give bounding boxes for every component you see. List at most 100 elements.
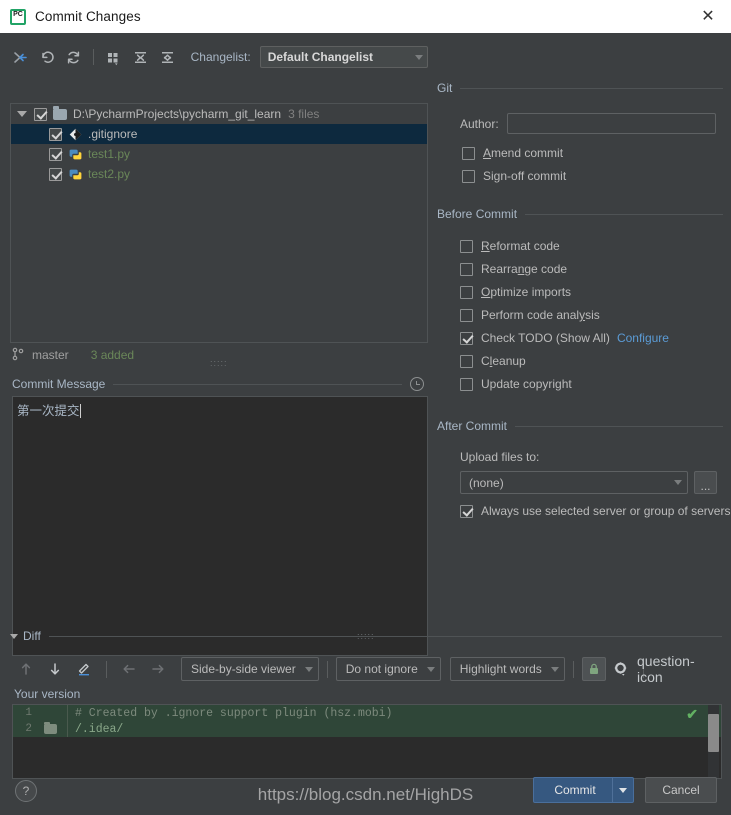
gear-icon[interactable] [607, 657, 635, 681]
amend-commit-checkbox[interactable]: Amend commit [462, 144, 563, 162]
checkbox-box[interactable] [460, 308, 473, 322]
perform-code-analysis-checkbox[interactable]: Perform code analysis [460, 306, 600, 324]
vertical-splitter-handle[interactable]: ::::: [210, 359, 228, 368]
next-difference-icon[interactable] [41, 657, 69, 681]
lock-icon[interactable] [581, 657, 606, 681]
cleanup-checkbox[interactable]: Cleanup [460, 352, 526, 370]
arrow-right-icon[interactable] [144, 657, 172, 681]
horizontal-splitter-handle[interactable]: ::::: [357, 632, 375, 641]
commit-message-value: 第一次提交 [17, 404, 80, 418]
diff-scrollbar-thumb[interactable] [708, 714, 719, 752]
before-commit-title: Before Commit [437, 207, 518, 221]
checkbox-root[interactable] [34, 107, 47, 121]
check-todo-checkbox[interactable]: Check TODO (Show All) Configure [460, 329, 669, 347]
always-use-server-checkbox[interactable]: Always use selected server or group of s… [460, 502, 730, 520]
diff-gutter-mark[interactable] [39, 721, 67, 734]
tree-row-root[interactable]: D:\PycharmProjects\pycharm_git_learn 3 f… [11, 104, 427, 124]
after-commit-section-header: After Commit [437, 419, 723, 433]
branch-name: master [32, 348, 69, 362]
folder-icon [44, 721, 57, 734]
checkbox-box[interactable] [460, 285, 473, 299]
cleanup-label: Cleanup [481, 354, 526, 368]
commit-message-header: Commit Message [12, 376, 424, 392]
diff-line-text: # Created by .ignore support plugin (hsz… [75, 706, 393, 720]
diff-viewer[interactable]: 1 # Created by .ignore support plugin (h… [12, 704, 722, 779]
refresh-icon[interactable] [62, 45, 87, 69]
rollback-icon[interactable] [35, 45, 60, 69]
upload-server-combo[interactable]: (none) [460, 471, 688, 494]
commit-message-title: Commit Message [12, 377, 106, 391]
tree-file-label: test2.py [88, 167, 131, 181]
commit-button[interactable]: Commit [533, 777, 634, 803]
checkbox-test1[interactable] [49, 147, 62, 161]
optimize-imports-checkbox[interactable]: Optimize imports [460, 283, 571, 301]
expand-all-icon[interactable] [128, 45, 153, 69]
commit-message-input[interactable]: 第一次提交 [12, 396, 428, 656]
viewer-mode-combo[interactable]: Side-by-side viewer [181, 657, 319, 681]
git-section-title: Git [437, 81, 453, 95]
highlight-mode-combo[interactable]: Highlight words [449, 657, 565, 681]
rearrange-code-label: Rearrange code [481, 262, 568, 276]
question-icon[interactable]: question-icon [637, 653, 695, 685]
whitespace-mode-combo[interactable]: Do not ignore [335, 657, 441, 681]
show-diff-icon[interactable] [8, 45, 33, 69]
always-use-server-label: Always use selected server or group of s… [481, 504, 731, 518]
chevron-down-icon [426, 666, 435, 672]
diff-line-number: 2 [25, 723, 32, 735]
chevron-down-icon[interactable] [10, 633, 18, 639]
help-button[interactable]: ? [15, 780, 37, 802]
check-todo-label: Check TODO (Show All) [481, 331, 610, 345]
previous-difference-icon[interactable] [12, 657, 40, 681]
reformat-code-checkbox[interactable]: Reformat code [460, 237, 560, 255]
rearrange-code-checkbox[interactable]: Rearrange code [460, 260, 567, 278]
changes-summary: 3 added [90, 348, 135, 362]
python-file-icon [68, 167, 82, 181]
chevron-down-icon[interactable] [17, 111, 27, 117]
checkbox-box[interactable] [460, 239, 473, 253]
checkbox-box[interactable] [460, 262, 473, 276]
author-field[interactable] [506, 113, 716, 134]
checkbox-box[interactable] [460, 504, 473, 518]
tree-row-test1[interactable]: test1.py [11, 144, 427, 164]
divider [515, 425, 723, 427]
tree-file-label: .gitignore [88, 127, 138, 141]
checkbox-box[interactable] [460, 377, 473, 391]
group-by-icon[interactable] [101, 45, 126, 69]
arrow-left-icon[interactable] [115, 657, 143, 681]
browse-button[interactable]: ... [694, 471, 717, 494]
toolbar-separator [93, 49, 95, 65]
toolbar-separator [106, 660, 107, 678]
tree-row-test2[interactable]: test2.py [11, 164, 427, 184]
apply-change-icon[interactable] [70, 657, 98, 681]
checkbox-box[interactable] [460, 354, 473, 368]
checkbox-box[interactable] [462, 169, 475, 183]
git-branch-icon [12, 347, 24, 364]
collapse-all-icon[interactable] [155, 45, 180, 69]
signoff-commit-checkbox[interactable]: Sign-off commit [462, 167, 566, 185]
author-label: Author: [460, 116, 499, 131]
window-title: Commit Changes [35, 9, 141, 24]
tree-row-gitignore[interactable]: .gitignore [11, 124, 427, 144]
configure-link[interactable]: Configure [617, 331, 669, 345]
diff-line-2: 2 /.idea/ [13, 721, 721, 737]
changelist-combo[interactable]: Default Changelist [259, 46, 429, 68]
update-copyright-checkbox[interactable]: Update copyright [460, 375, 572, 393]
close-icon[interactable]: ✕ [685, 0, 731, 33]
chevron-down-icon[interactable] [613, 787, 633, 793]
checkbox-box[interactable] [462, 146, 475, 160]
clock-history-icon[interactable] [410, 377, 424, 391]
divider [113, 383, 402, 385]
diff-line-number: 1 [25, 707, 32, 719]
checkbox-box[interactable] [460, 331, 473, 345]
before-commit-section-header: Before Commit [437, 207, 723, 221]
checkbox-gitignore[interactable] [49, 127, 62, 141]
changelist-label: Changelist: [190, 50, 251, 64]
cancel-button[interactable]: Cancel [645, 777, 717, 803]
changed-files-tree[interactable]: D:\PycharmProjects\pycharm_git_learn 3 f… [10, 103, 428, 343]
after-commit-title: After Commit [437, 419, 508, 433]
toolbar-separator [572, 660, 574, 678]
chevron-down-icon [304, 666, 313, 672]
viewer-mode-value: Side-by-side viewer [191, 662, 296, 676]
checkbox-test2[interactable] [49, 167, 62, 181]
divider [525, 213, 723, 215]
